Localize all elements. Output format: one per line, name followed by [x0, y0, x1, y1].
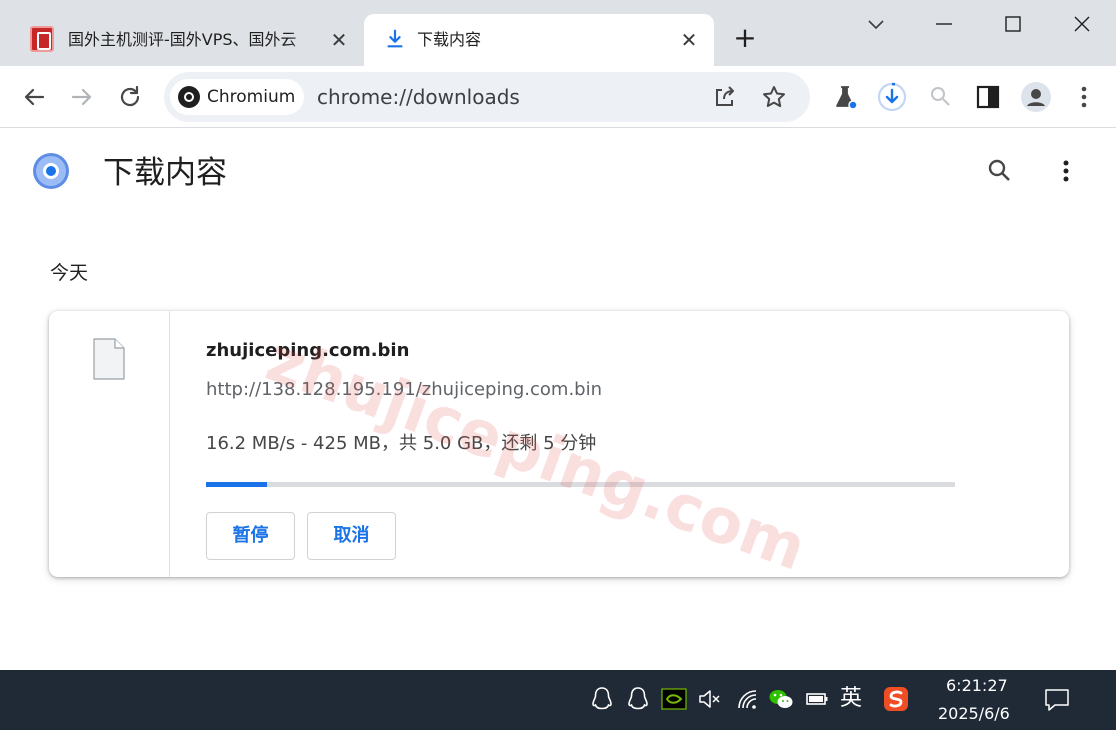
page-title: 下载内容 [103, 155, 227, 191]
downloads-menu-icon[interactable] [1051, 156, 1081, 186]
minimize-icon[interactable] [930, 10, 958, 38]
wechat-icon[interactable] [768, 686, 794, 712]
site-info-chip[interactable]: Chromium [170, 79, 304, 115]
qq-icon[interactable] [625, 686, 651, 712]
new-tab-button[interactable]: + [731, 24, 759, 53]
pause-button[interactable]: 暂停 [206, 512, 295, 560]
ime-language-indicator[interactable]: 英 [840, 685, 862, 713]
card-divider [169, 311, 170, 577]
url-text[interactable]: chrome://downloads [317, 85, 520, 109]
nvidia-icon[interactable] [661, 686, 687, 712]
tab-title: 国外主机测评-国外VPS、国外云 [68, 30, 297, 49]
tab-zhujiceping[interactable]: 国外主机测评-国外VPS、国外云 ✕ [18, 14, 358, 66]
date-section-label: 今天 [50, 262, 89, 284]
toolbar: Chromium chrome://downloads [0, 66, 1116, 128]
download-item-card: zhujiceping.com.bin http://138.128.195.1… [49, 311, 1069, 577]
file-icon [93, 338, 125, 380]
clock-date[interactable]: 2025/6/6 [938, 704, 1010, 724]
downloads-progress-icon[interactable] [877, 82, 907, 112]
search-downloads-icon[interactable] [985, 156, 1015, 186]
share-icon[interactable] [712, 84, 738, 110]
maximize-icon[interactable] [999, 10, 1027, 38]
tab-downloads[interactable]: 下载内容 ✕ [364, 14, 714, 66]
tab-strip: 国外主机测评-国外VPS、国外云 ✕ 下载内容 ✕ + [0, 0, 1116, 66]
qq-icon[interactable] [589, 686, 615, 712]
notification-icon[interactable] [1043, 686, 1071, 714]
wifi-icon[interactable] [734, 686, 760, 712]
tab-search-chevron-icon[interactable] [862, 10, 890, 38]
download-progress-bar [206, 482, 955, 487]
chromium-icon [178, 86, 200, 108]
download-status-text: 16.2 MB/s - 425 MB，共 5.0 GB，还剩 5 分钟 [206, 433, 597, 454]
volume-muted-icon[interactable] [697, 686, 723, 712]
chromium-logo-icon [33, 153, 69, 189]
side-panel-icon[interactable] [973, 82, 1003, 112]
tab-title: 下载内容 [417, 30, 482, 49]
back-icon[interactable] [19, 82, 49, 112]
profile-avatar-icon[interactable] [1021, 82, 1051, 112]
battery-icon[interactable] [804, 686, 830, 712]
tab-close-button[interactable]: ✕ [678, 29, 700, 51]
clock-time[interactable]: 6:21:27 [946, 676, 1008, 696]
taskbar: 英 6:21:27 2025/6/6 [0, 670, 1116, 730]
bookmark-star-icon[interactable] [761, 84, 787, 110]
download-source-url[interactable]: http://138.128.195.191/zhujiceping.com.b… [206, 378, 602, 402]
download-icon [387, 29, 403, 48]
forward-icon[interactable] [67, 82, 97, 112]
site-chip-label: Chromium [207, 87, 296, 107]
labs-flask-icon[interactable] [830, 82, 860, 112]
site-favicon-icon [30, 26, 54, 52]
tab-close-button[interactable]: ✕ [328, 29, 350, 51]
sogou-input-icon[interactable] [883, 686, 909, 712]
download-progress-fill [206, 482, 268, 487]
more-menu-icon[interactable] [1069, 82, 1099, 112]
search-icon[interactable] [926, 82, 956, 112]
close-window-icon[interactable] [1068, 10, 1096, 38]
download-file-name-link[interactable]: zhujiceping.com.bin [206, 339, 409, 363]
omnibox[interactable]: Chromium chrome://downloads [164, 72, 810, 122]
cancel-button[interactable]: 取消 [307, 512, 396, 560]
reload-icon[interactable] [115, 82, 145, 112]
